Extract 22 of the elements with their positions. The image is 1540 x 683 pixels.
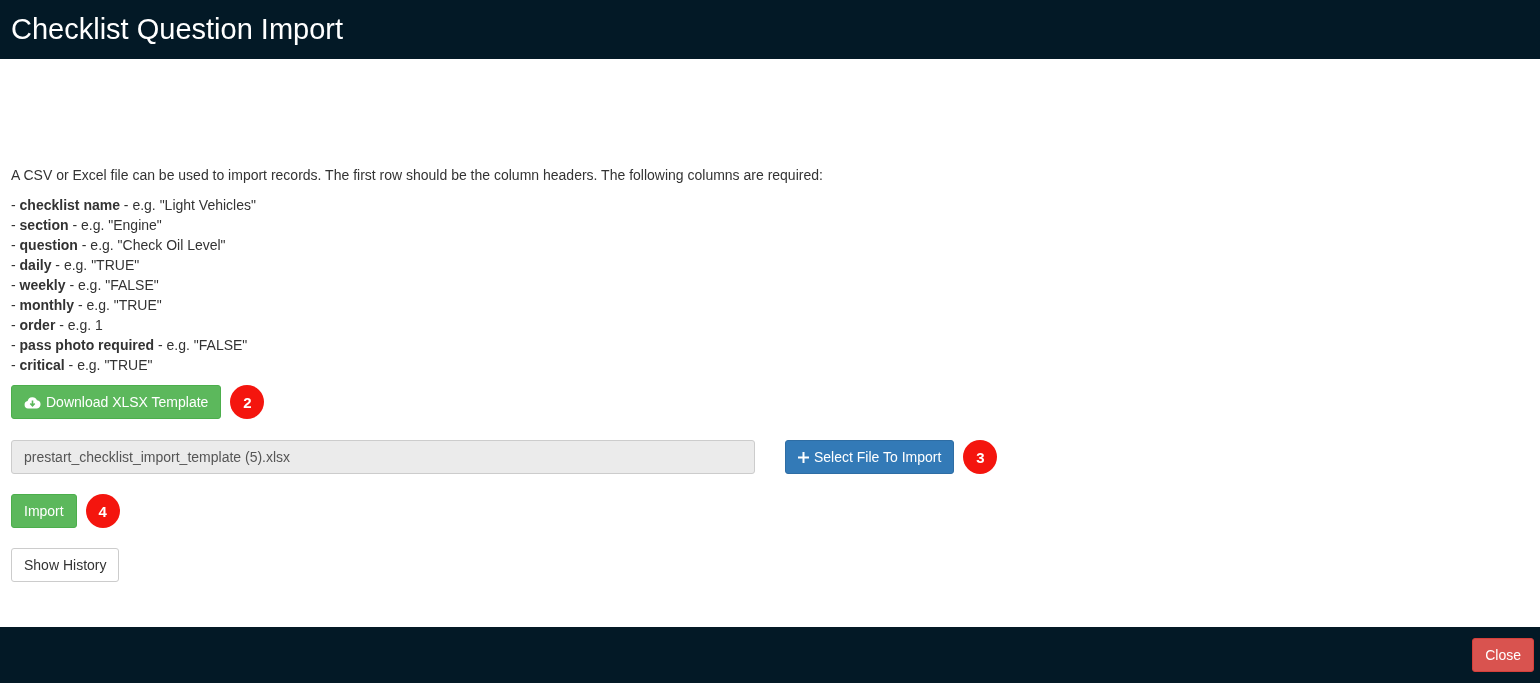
column-requirement: - section - e.g. "Engine" xyxy=(11,216,163,235)
cloud-download-icon xyxy=(24,395,41,409)
column-requirement: - monthly - e.g. "TRUE" xyxy=(11,296,163,315)
column-requirement: - daily - e.g. "TRUE" xyxy=(11,256,141,275)
intro-text: A CSV or Excel file can be used to import records. The first row should be the column headers. The following columns are required: xyxy=(11,166,824,185)
step-badge: 3 xyxy=(963,440,998,474)
import-button[interactable]: Import xyxy=(11,494,77,528)
column-requirement: - weekly - e.g. "FALSE" xyxy=(11,276,160,295)
step-badge: 4 xyxy=(85,494,120,528)
close-button[interactable]: Close xyxy=(1472,638,1534,672)
step-badge: 2 xyxy=(230,385,265,419)
plus-icon xyxy=(798,451,809,463)
column-requirement: - pass photo required - e.g. "FALSE" xyxy=(11,336,249,355)
show-history-button[interactable]: Show History xyxy=(11,548,120,582)
column-requirement: - order - e.g. 1 xyxy=(11,316,104,335)
column-requirement: - question - e.g. "Check Oil Level" xyxy=(11,236,227,255)
download-template-button[interactable]: Download XLSX Template xyxy=(11,385,222,419)
column-requirement: - checklist name - e.g. "Light Vehicles" xyxy=(11,196,257,215)
column-requirement: - critical - e.g. "TRUE" xyxy=(11,356,154,375)
select-file-button[interactable]: Select File To Import xyxy=(785,440,955,474)
page-title: Checklist Question Import xyxy=(11,13,343,46)
file-name-field[interactable]: prestart_checklist_import_template (5).xlsx xyxy=(11,440,755,474)
